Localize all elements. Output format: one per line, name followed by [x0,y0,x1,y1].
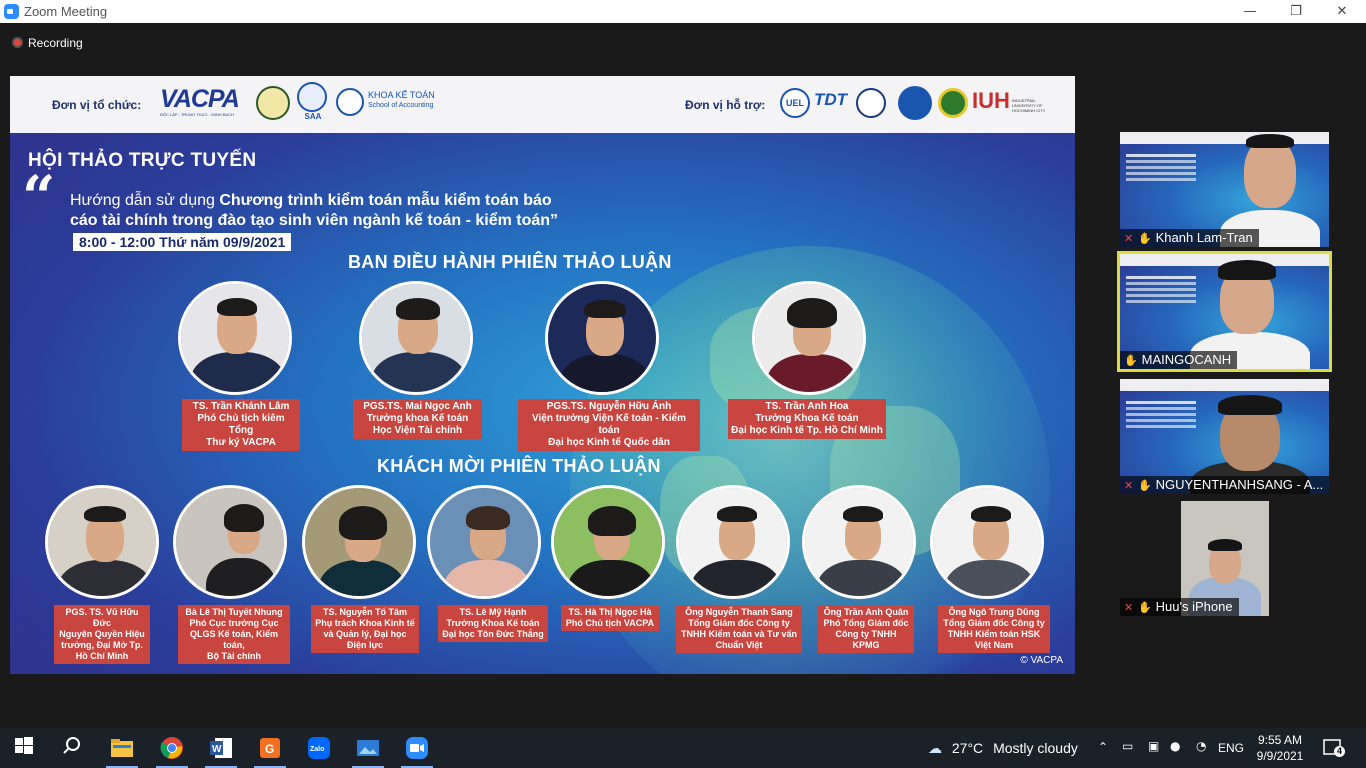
organizer-label: Đơn vị tổ chức: [52,98,142,112]
zalo-icon[interactable]: Zalo [307,736,331,760]
moderator-photo-2 [359,281,473,395]
shared-screen-slide: Đơn vị tổ chức: VACPA ĐỘC LẬP - TRUNG TH… [10,76,1075,674]
word-icon[interactable]: W [209,736,233,760]
mic-muted-icon: ✕ [1124,232,1134,245]
guest-photo-1 [45,485,159,599]
guest-caption-2: Bà Lê Thị Tuyết Nhung Phó Cục trưởng Cục… [178,605,290,664]
tdt-logo: TDT [814,90,848,109]
guest-caption-1: PGS. TS. Vũ Hữu Đức Nguyên Quyền Hiệu tr… [54,605,150,664]
cloud-icon: ☁ [928,741,942,757]
microphone-icon[interactable]: ● [1170,739,1180,753]
seminar-subtitle: Hướng dẫn sử dụng Chương trình kiểm toán… [70,192,559,229]
notification-center-icon[interactable]: 4 [1322,738,1345,758]
participant-name-bar: ✕ ✋ Khanh Lam-Tran [1120,229,1259,247]
guest-caption-4: TS. Lê Mỹ Hạnh Trưởng Khoa Kế toán Đại h… [438,605,548,642]
participant-name-bar: ✋ MAINGOCANH [1120,351,1238,369]
raise-hand-icon: ✋ [1138,479,1152,492]
foxit-pdf-icon[interactable]: G [258,736,282,760]
guest-photo-6 [676,485,790,599]
mic-muted-icon: ✕ [1124,601,1134,614]
guest-photo-2 [173,485,287,599]
vacpa-logo: VACPA ĐỘC LẬP - TRUNG THỰC - MINH BẠCH [160,85,240,117]
participant-name-bar: ✕ ✋ NGUYENTHANHSANG - A... [1120,476,1329,494]
window-title-bar: Zoom Meeting — ❐ ✕ [0,0,1366,23]
close-button[interactable]: ✕ [1319,0,1365,23]
guest-photo-5 [551,485,665,599]
guest-photo-7 [802,485,916,599]
moderator-photo-3 [545,281,659,395]
seminar-date: 8:00 - 12:00 Thứ năm 09/9/2021 [73,233,292,251]
mic-muted-icon: ✕ [1124,479,1134,492]
seminar-heading: HỘI THẢO TRỰC TUYẾN [28,150,257,171]
guest-photo-4 [427,485,541,599]
svg-text:Zalo: Zalo [310,746,324,753]
battery-icon[interactable]: ▭ [1122,739,1133,753]
moderator-photo-4 [752,281,866,395]
recording-indicator[interactable]: Recording [12,36,83,50]
sponsor-label: Đơn vị hỗ trợ: [685,98,766,112]
guest-photo-8 [930,485,1044,599]
participant-name: NGUYENTHANHSANG - A... [1155,477,1324,492]
participant-video-3[interactable]: ✕ ✋ NGUYENTHANHSANG - A... [1120,379,1329,494]
minimize-button[interactable]: — [1227,0,1273,23]
guest-caption-3: TS. Nguyễn Tố Tâm Phụ trách Khoa Kinh tế… [311,605,419,653]
participant-video-4[interactable]: ✕ ✋ Huu's iPhone [1120,501,1329,616]
copyright: © VACPA [1020,655,1063,666]
saa-logo: SAA [297,82,329,128]
chrome-icon[interactable] [160,736,184,760]
university-logo-4 [898,86,932,120]
moderators-title: BAN ĐIỀU HÀNH PHIÊN THẢO LUẬN [348,252,672,272]
system-clock[interactable]: 9:55 AM 9/9/2021 [1252,732,1308,764]
iuh-logo: IUH INDUSTRIAL UNIVERSITY OF HOCHIMINH C… [972,88,1046,113]
zoom-app-icon [4,4,19,19]
chevron-up-icon[interactable]: ⌃ [1098,740,1108,754]
guest-caption-7: Ông Trần Anh Quân Phó Tổng Giám đốc Công… [818,605,914,653]
svg-text:G: G [265,742,274,756]
language-indicator[interactable]: ENG [1218,741,1244,755]
university-logo-5 [938,88,968,118]
participant-name-bar: ✕ ✋ Huu's iPhone [1120,598,1239,616]
moderator-caption-4: TS. Trần Anh Hoa Trưởng Khoa Kế toán Đại… [728,399,886,439]
meeting-area: Recording Đơn vị tổ chức: VACPA ĐỘC LẬP … [0,23,1366,728]
guest-caption-6: Ông Nguyễn Thanh Sang Tổng Giám đốc Công… [676,605,802,653]
uel-logo: UEL [780,88,810,118]
participant-video-2-active-speaker[interactable]: ✋ MAINGOCANH [1117,251,1332,372]
raise-hand-icon: ✋ [1124,354,1138,367]
slide-header: Đơn vị tổ chức: VACPA ĐỘC LẬP - TRUNG TH… [10,76,1075,133]
university-logo-3 [856,88,886,118]
weather-widget[interactable]: ☁ 27°C Mostly cloudy [928,740,1078,757]
participant-name: Khanh Lam-Tran [1155,230,1253,245]
window-title: Zoom Meeting [24,4,108,19]
file-explorer-icon[interactable] [110,736,134,760]
guest-photo-3 [302,485,416,599]
university-seal-logo [256,86,290,120]
windows-taskbar: W G Zalo ☁ 27°C Mostly cloudy ⌃ ▭ ▣ ● ◔ … [0,728,1366,768]
moderator-caption-3: PGS.TS. Nguyễn Hữu Ánh Viện trưởng Viện … [518,399,700,451]
moderator-caption-2: PGS.TS. Mai Ngọc Anh Trưởng khoa Kế toán… [353,399,482,439]
maximize-button[interactable]: ❐ [1273,0,1319,23]
quote-icon: “ [22,163,56,231]
network-icon[interactable]: ▣ [1148,739,1159,753]
guest-caption-8: Ông Ngô Trung Dũng Tổng Giám đốc Công ty… [938,605,1050,653]
raise-hand-icon: ✋ [1138,601,1152,614]
raise-hand-icon: ✋ [1138,232,1152,245]
participant-name: Huu's iPhone [1155,599,1233,614]
school-of-accounting-logo: KHOA KẾ TOÁN School of Accounting [336,86,446,122]
moderator-caption-1: TS. Trần Khánh Lâm Phó Chủ tịch kiêm Tổn… [182,399,300,451]
recording-label: Recording [28,36,83,50]
recording-icon [12,37,23,48]
photos-icon[interactable] [356,736,380,760]
participant-name: MAINGOCANH [1141,352,1232,367]
guests-title: KHÁCH MỜI PHIÊN THẢO LUẬN [377,456,661,476]
wifi-icon[interactable]: ◔ [1196,739,1206,753]
windows-start-icon[interactable] [14,736,38,760]
zoom-taskbar-icon[interactable] [405,736,429,760]
participant-video-1[interactable]: ✕ ✋ Khanh Lam-Tran [1120,132,1329,247]
guest-caption-5: TS. Hà Thị Ngọc Hà Phó Chủ tịch VACPA [561,605,659,631]
search-icon[interactable] [62,736,86,760]
svg-text:W: W [212,744,222,755]
moderator-photo-1 [178,281,292,395]
